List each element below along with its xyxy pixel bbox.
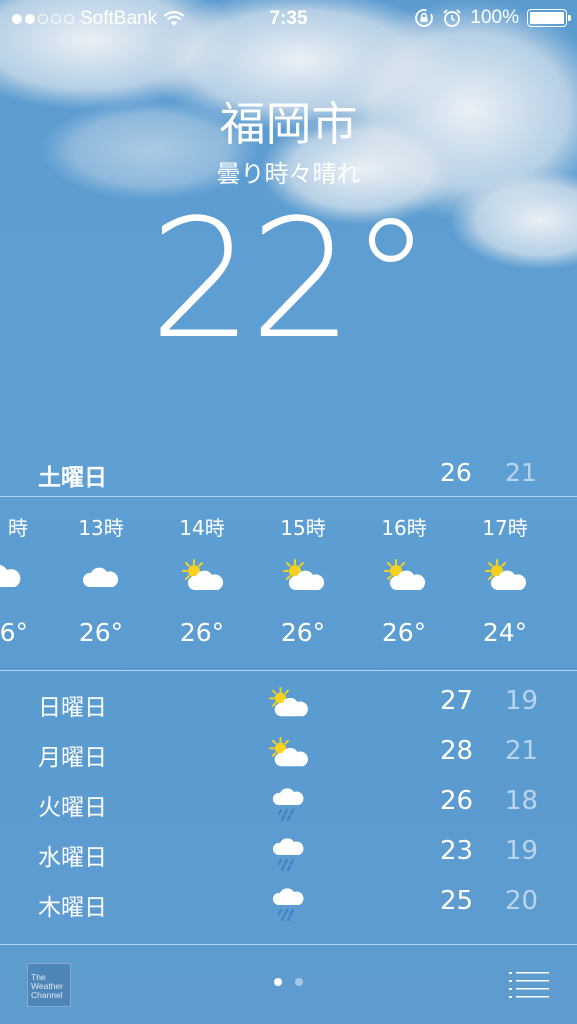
today-low: 21 (505, 458, 537, 487)
cloud-icon (0, 548, 50, 604)
cloud-icon (51, 548, 151, 604)
rain-icon (267, 834, 309, 872)
battery-percent: 100% (470, 7, 519, 28)
battery-icon (527, 9, 571, 27)
partly-sunny-icon (354, 548, 454, 604)
page-dot[interactable] (295, 978, 303, 986)
divider (0, 670, 577, 671)
partly-sunny-icon (267, 684, 309, 722)
city-name: 福岡市 (219, 97, 358, 151)
hour-item: 時 6° (0, 500, 50, 647)
list-item: 月曜日 28 21 (38, 734, 539, 772)
hour-item: 16時 26° (354, 500, 454, 647)
page-dot-active[interactable] (274, 978, 282, 986)
list-item: 木曜日 25 20 (38, 884, 539, 922)
list-icon[interactable] (509, 970, 549, 998)
partly-sunny-icon (267, 734, 309, 772)
rain-icon (267, 884, 309, 922)
today-high: 26 (440, 458, 472, 487)
hourly-forecast[interactable]: 時 6° 13時 26° 14時 26° 15時 26° 16時 26° 17時… (0, 500, 577, 670)
list-item: 火曜日 26 18 (38, 784, 539, 822)
partly-sunny-icon (455, 548, 555, 604)
rain-icon (267, 784, 309, 822)
alarm-icon (443, 9, 462, 27)
hour-item: 14時 26° (152, 500, 252, 647)
partly-sunny-icon (253, 548, 353, 604)
page-indicator[interactable] (0, 978, 577, 986)
today-day: 土曜日 (38, 465, 107, 491)
hour-item: 13時 26° (51, 500, 151, 647)
current-temperature: 22° (149, 184, 432, 375)
hour-item: 15時 26° (253, 500, 353, 647)
rotation-lock-icon (415, 9, 434, 27)
today-summary: 土曜日 26 21 (0, 452, 577, 492)
list-item: 日曜日 27 19 (38, 684, 539, 722)
partly-sunny-icon (152, 548, 252, 604)
list-item: 水曜日 23 19 (38, 834, 539, 872)
hour-item: 17時 24° (455, 500, 555, 647)
divider (0, 496, 577, 497)
status-bar: SoftBank 7:35 100% (0, 0, 577, 38)
bottom-toolbar: The Weather Channel (0, 945, 577, 1024)
